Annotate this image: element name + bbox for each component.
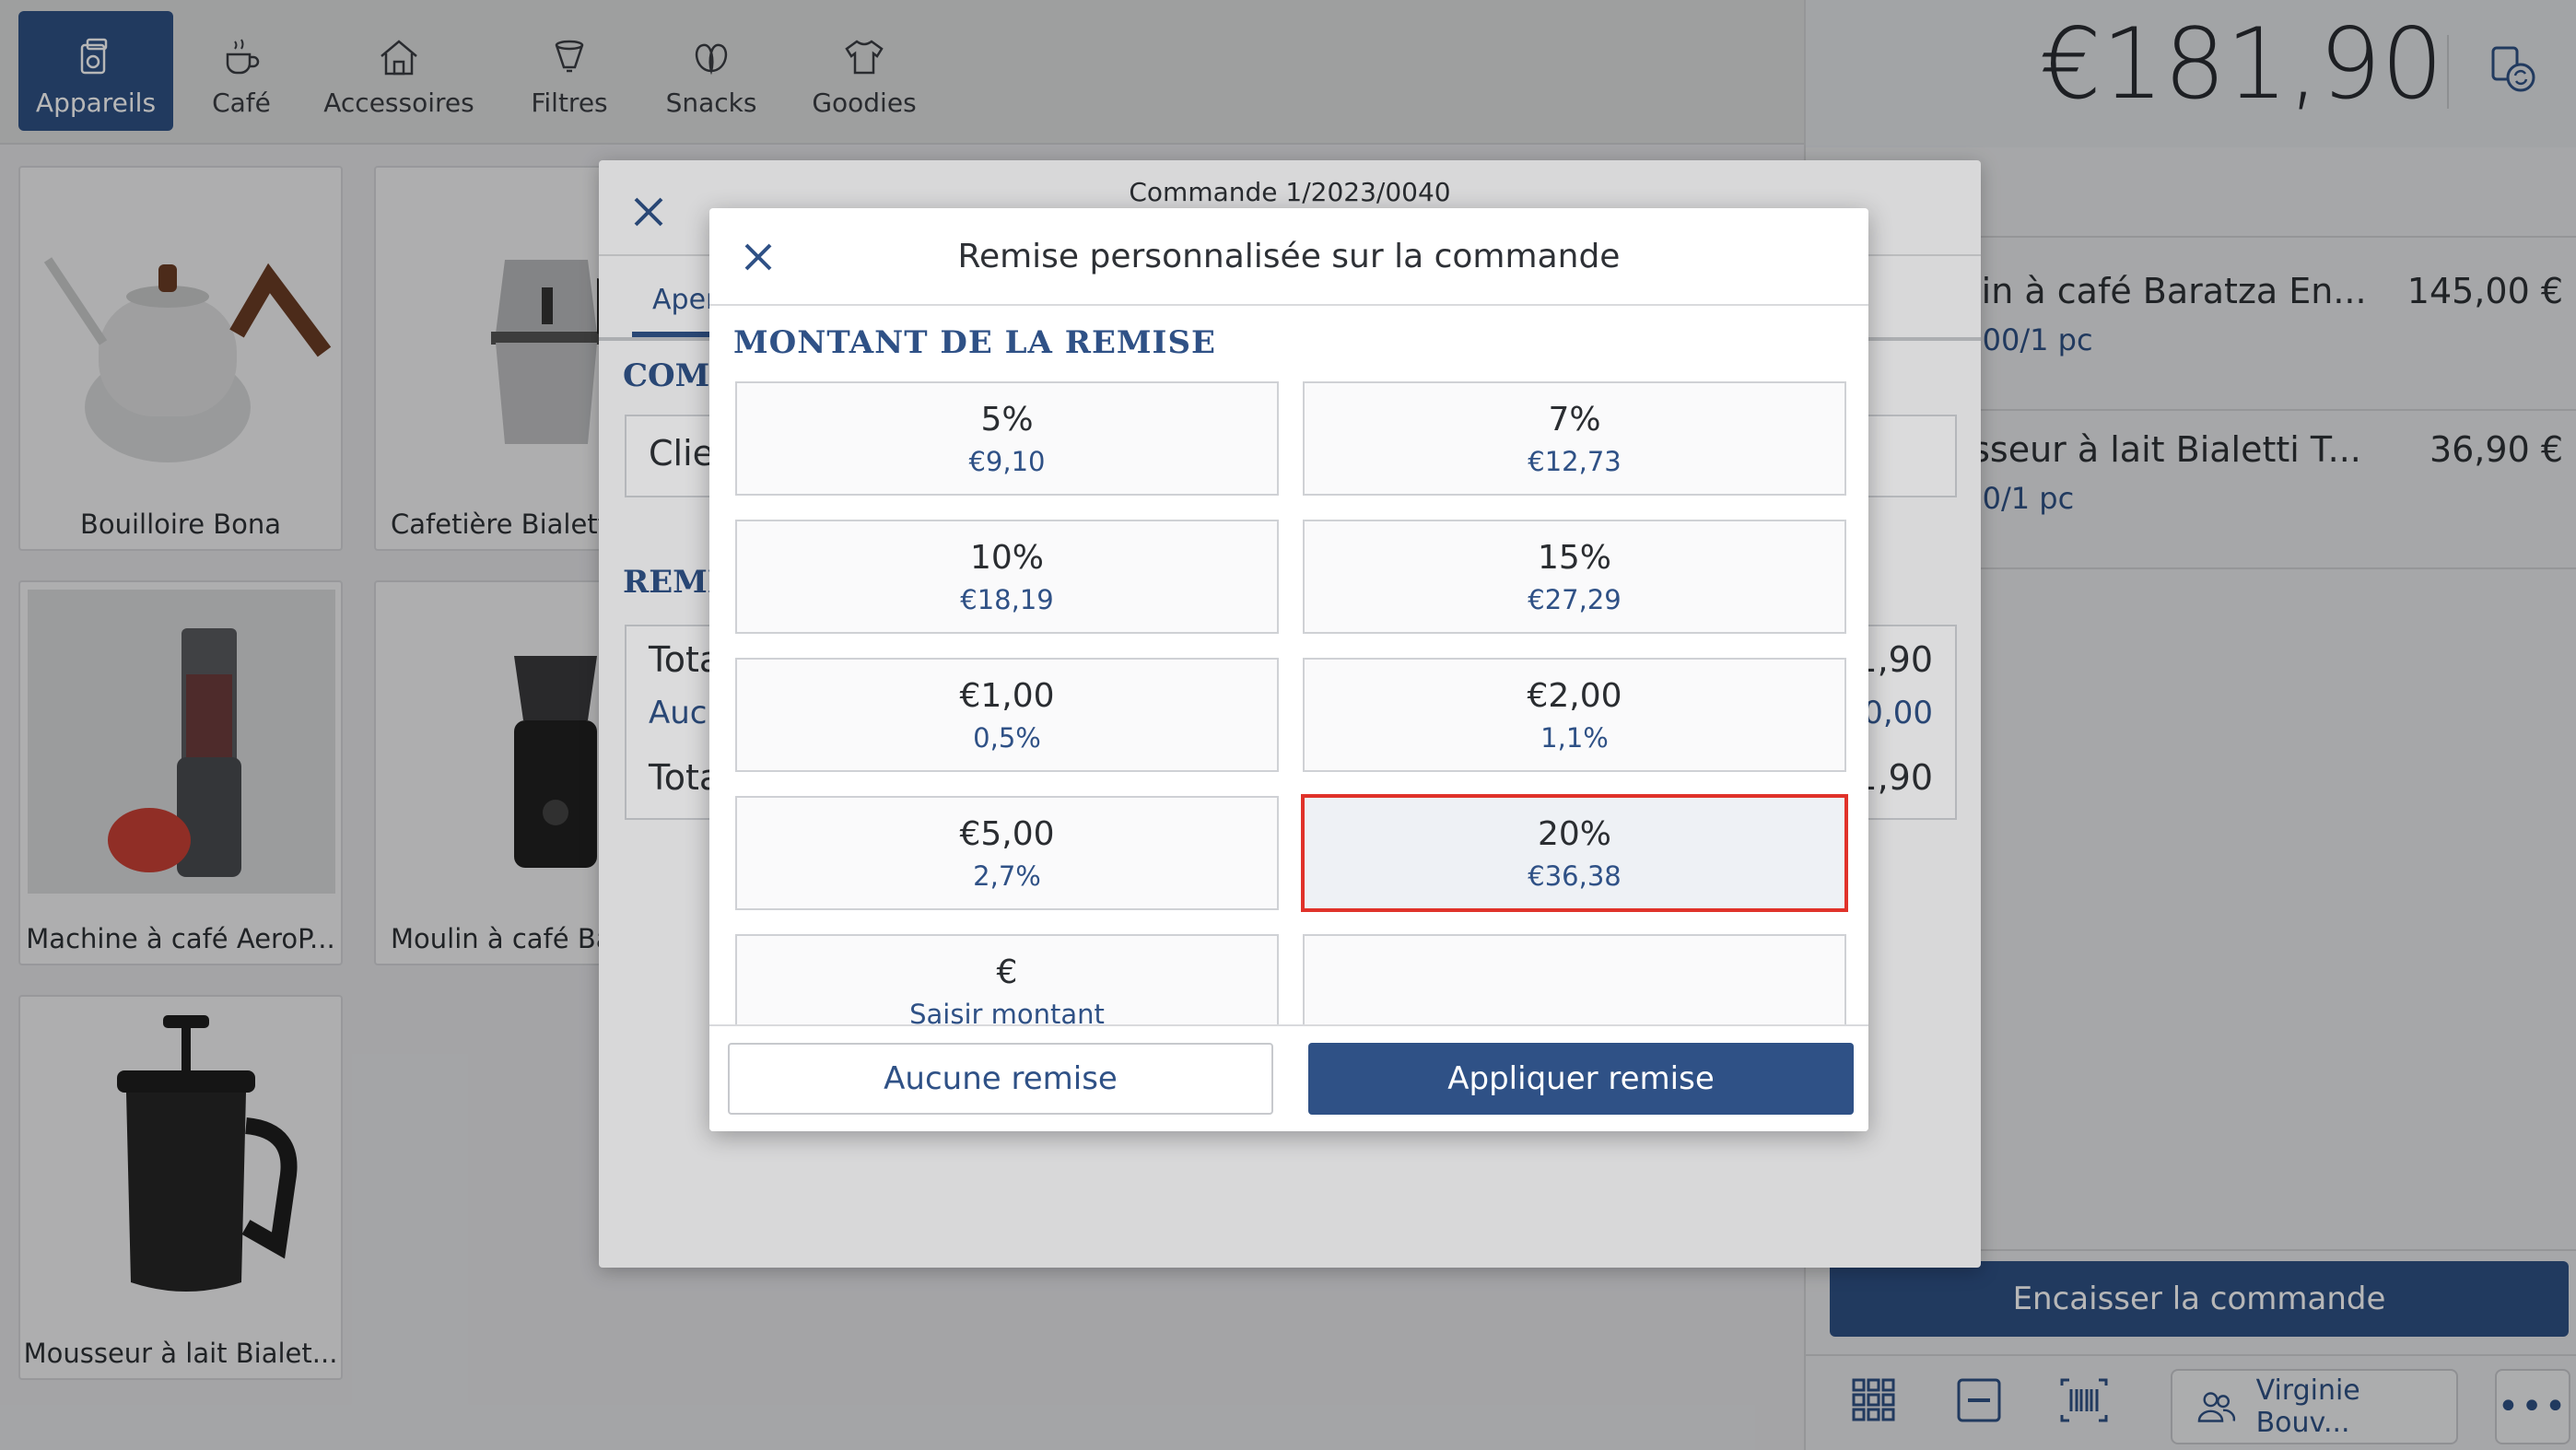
discount-option[interactable]: 10% €18,19 bbox=[735, 520, 1279, 634]
discount-option-main: 10% bbox=[969, 538, 1044, 577]
discount-option-selected[interactable]: 20% €36,38 bbox=[1301, 794, 1848, 912]
apply-discount-button[interactable]: Appliquer remise bbox=[1308, 1043, 1854, 1115]
discount-option-sub: 1,1% bbox=[1540, 721, 1609, 754]
discount-option-sub: €12,73 bbox=[1528, 445, 1622, 477]
discount-option-sub: 0,5% bbox=[973, 721, 1041, 754]
discount-option-main: 15% bbox=[1537, 538, 1611, 577]
discount-option-main: 5% bbox=[980, 400, 1034, 439]
discount-dialog-header: Remise personnalisée sur la commande bbox=[709, 208, 1868, 306]
no-discount-button[interactable]: Aucune remise bbox=[728, 1043, 1273, 1115]
discount-option-main: 7% bbox=[1548, 400, 1601, 439]
discount-option-main: €1,00 bbox=[959, 676, 1055, 715]
discount-dialog-footer: Aucune remise Appliquer remise bbox=[709, 1024, 1868, 1131]
discount-option-main: 20% bbox=[1537, 814, 1611, 853]
close-icon[interactable] bbox=[743, 241, 774, 273]
discount-option[interactable]: €1,00 0,5% bbox=[735, 658, 1279, 772]
discount-option-sub: 2,7% bbox=[973, 859, 1041, 892]
discount-option-sub: €9,10 bbox=[968, 445, 1046, 477]
discount-option[interactable]: 15% €27,29 bbox=[1303, 520, 1846, 634]
discount-option-sub: €27,29 bbox=[1528, 583, 1622, 615]
discount-option-main: €5,00 bbox=[959, 814, 1055, 853]
discount-option[interactable]: 5% €9,10 bbox=[735, 381, 1279, 496]
section-title: MONTANT DE LA REMISE bbox=[733, 324, 1216, 361]
discount-option-main: €2,00 bbox=[1527, 676, 1622, 715]
discount-option[interactable]: €2,00 1,1% bbox=[1303, 658, 1846, 772]
discount-option-sub: €36,38 bbox=[1528, 859, 1622, 892]
euro-symbol: € bbox=[996, 953, 1018, 991]
discount-dialog-title: Remise personnalisée sur la commande bbox=[957, 237, 1621, 275]
discount-option[interactable]: €5,00 2,7% bbox=[735, 796, 1279, 910]
discount-dialog: Remise personnalisée sur la commande MON… bbox=[709, 208, 1868, 1131]
discount-option[interactable]: 7% €12,73 bbox=[1303, 381, 1846, 496]
discount-option-sub: €18,19 bbox=[960, 583, 1054, 615]
